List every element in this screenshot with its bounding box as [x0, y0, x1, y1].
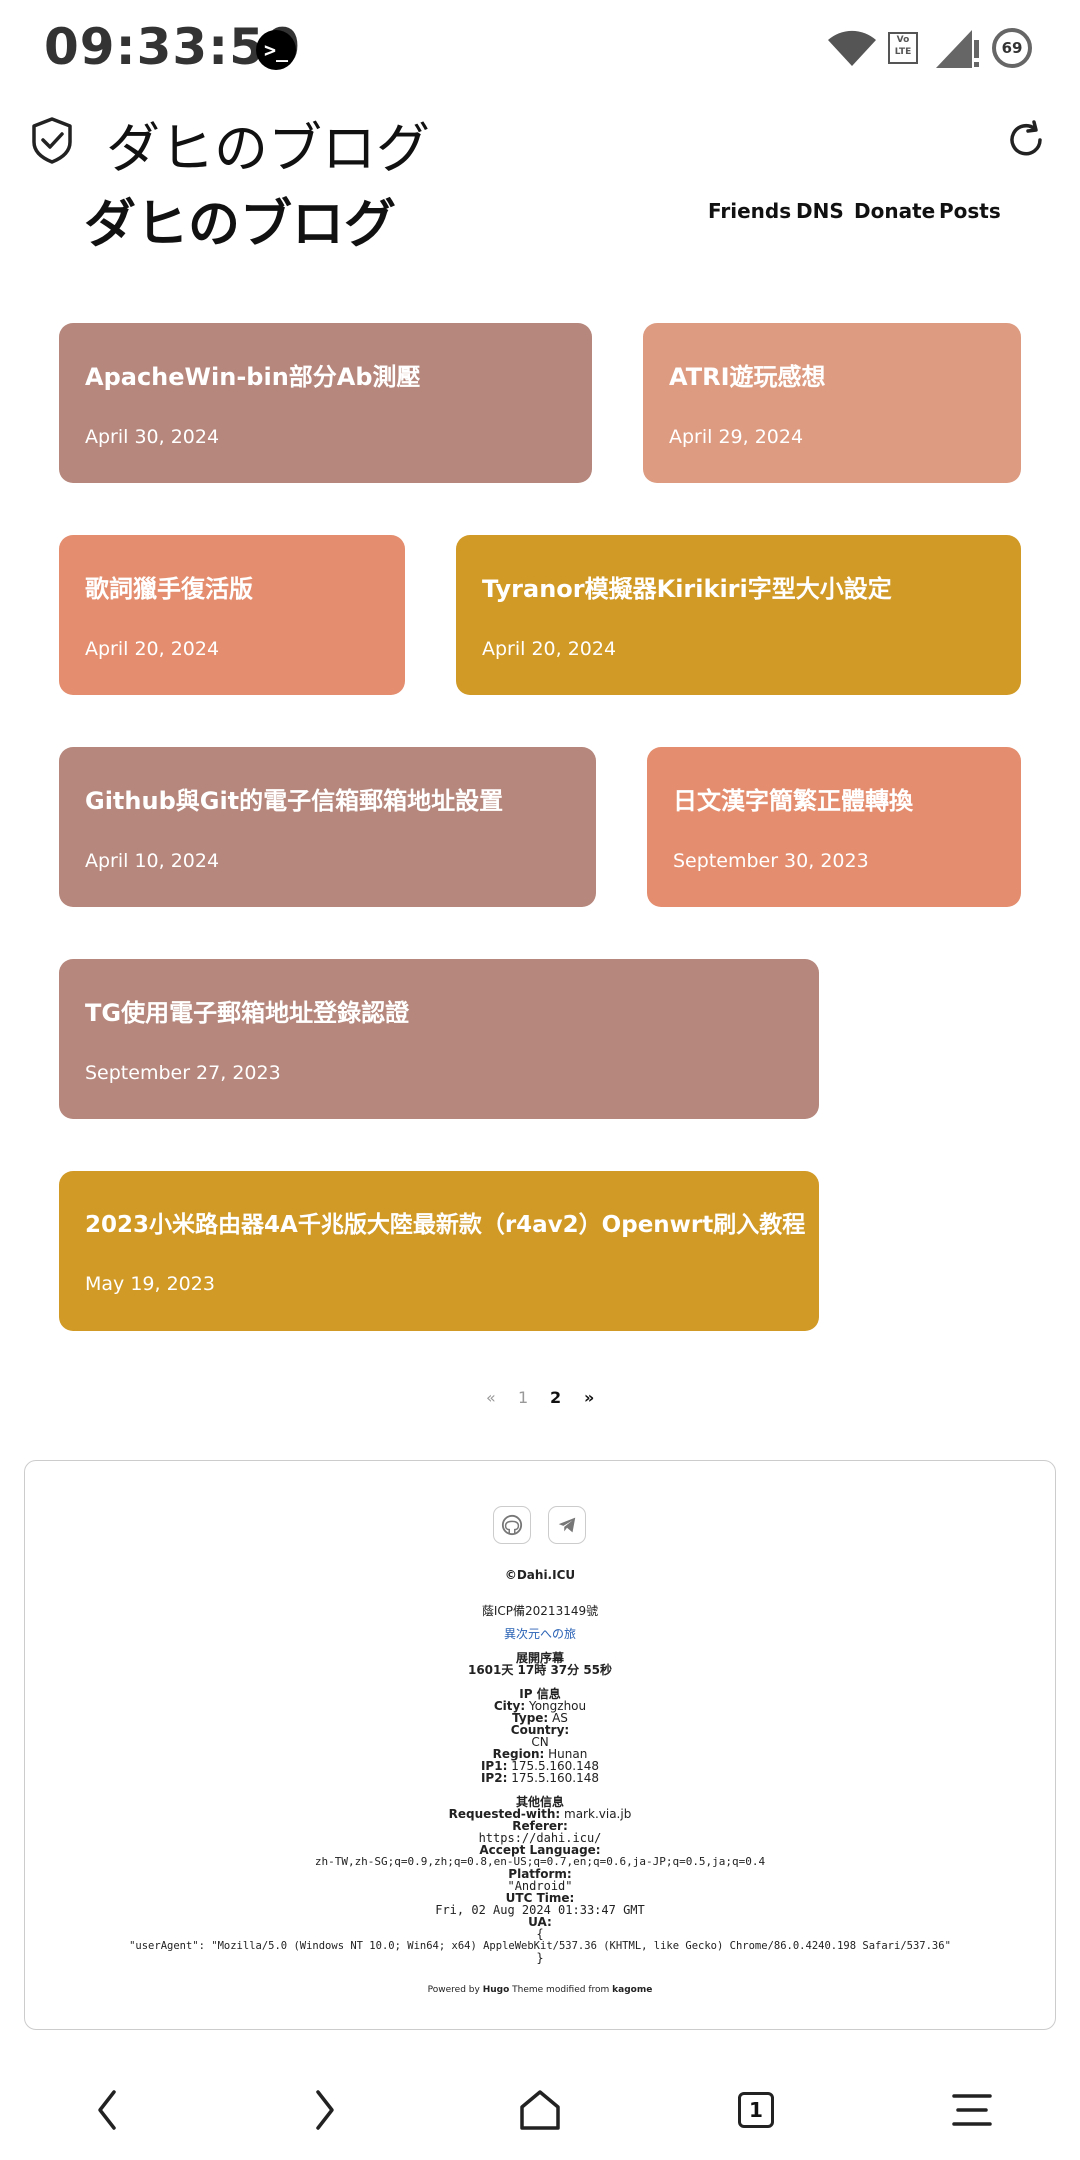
home-button[interactable] — [510, 2080, 570, 2140]
back-icon — [98, 2090, 116, 2130]
ip-2: IP2: 175.5.160.148 — [480, 1771, 600, 1785]
post-title: Tyranor模擬器Kirikiri字型大小設定 — [482, 575, 892, 603]
post-title: ATRI遊玩感想 — [669, 363, 826, 391]
post-date: April 30, 2024 — [85, 426, 220, 448]
post-card[interactable]: Tyranor模擬器Kirikiri字型大小設定 April 20, 2024 — [456, 535, 1021, 695]
post-title: Github與Git的電子信箱郵箱地址設置 — [85, 787, 504, 815]
home-icon — [520, 2090, 560, 2130]
status-bar: 09:33:50 >_ Vo LTE 69 — [0, 0, 1080, 100]
volte-icon: Vo LTE — [888, 32, 918, 64]
wifi-icon — [828, 30, 876, 66]
back-button[interactable] — [78, 2080, 138, 2140]
footer-icp[interactable]: 蔭ICP備20213149號 — [0, 1605, 1080, 1617]
post-title: 2023小米路由器4A千兆版大陸最新款（r4av2）Openwrt刷入教程 — [85, 1212, 806, 1238]
pagination-page-2[interactable]: 2 — [550, 1388, 561, 1407]
telegram-button[interactable] — [548, 1506, 586, 1544]
site-title[interactable]: ダヒのブログ — [84, 182, 396, 257]
battery-indicator: 69 — [992, 28, 1032, 68]
post-card[interactable]: 歌詞獵手復活版 April 20, 2024 — [59, 535, 405, 695]
menu-icon — [952, 2094, 992, 2126]
forward-button[interactable] — [294, 2080, 354, 2140]
post-title: 歌詞獵手復活版 — [85, 575, 253, 603]
uptime-value: 1601天 17時 37分 55秒 — [467, 1663, 613, 1677]
post-date: April 20, 2024 — [482, 638, 617, 660]
telegram-icon — [558, 1517, 576, 1533]
browser-tab-title: ダヒのブログ — [106, 117, 430, 180]
pagination-prev[interactable]: « — [486, 1388, 496, 1407]
hugo-link[interactable]: Hugo — [483, 1985, 510, 1995]
refresh-icon[interactable] — [1004, 118, 1048, 162]
pagination-page-1[interactable]: 1 — [518, 1388, 528, 1407]
post-card[interactable]: Github與Git的電子信箱郵箱地址設置 April 10, 2024 — [59, 747, 596, 907]
post-card[interactable]: ApacheWin-bin部分Ab測壓 April 30, 2024 — [59, 323, 592, 483]
kagome-link[interactable]: kagome — [612, 1985, 652, 1995]
post-title: TG使用電子郵箱地址登錄認證 — [85, 999, 410, 1027]
tabs-icon: 1 — [738, 2092, 774, 2128]
post-title: ApacheWin-bin部分Ab測壓 — [85, 363, 421, 391]
nav-friends[interactable]: Friends — [708, 199, 791, 223]
signal-icon — [936, 30, 979, 68]
post-title: 日文漢字簡繁正體轉換 — [673, 787, 913, 815]
post-card[interactable]: 2023小米路由器4A千兆版大陸最新款（r4av2）Openwrt刷入教程 Ma… — [59, 1171, 819, 1331]
ua-open: { — [536, 1927, 544, 1941]
menu-button[interactable] — [942, 2080, 1002, 2140]
post-card[interactable]: 日文漢字簡繁正體轉換 September 30, 2023 — [647, 747, 1021, 907]
post-card[interactable]: ATRI遊玩感想 April 29, 2024 — [643, 323, 1021, 483]
footer-copyright: ©Dahi.ICU — [504, 1568, 576, 1582]
shield-check-icon[interactable] — [30, 116, 74, 164]
nav-posts[interactable]: Posts — [939, 199, 1001, 223]
post-date: May 19, 2023 — [85, 1273, 215, 1295]
github-icon — [501, 1514, 523, 1536]
github-button[interactable] — [493, 1506, 531, 1544]
ua-close: } — [536, 1951, 544, 1965]
post-date: April 29, 2024 — [669, 426, 804, 448]
post-date: September 30, 2023 — [673, 850, 869, 872]
post-date: September 27, 2023 — [85, 1062, 281, 1084]
powered-by: Powered by Hugo Theme modified from kago… — [427, 1985, 653, 1995]
pagination-next[interactable]: » — [584, 1388, 594, 1407]
post-date: April 10, 2024 — [85, 850, 220, 872]
post-card[interactable]: TG使用電子郵箱地址登錄認證 September 27, 2023 — [59, 959, 819, 1119]
tabs-button[interactable]: 1 — [726, 2080, 786, 2140]
forward-icon — [316, 2090, 334, 2130]
nav-dns[interactable]: DNS — [796, 199, 844, 223]
terminal-icon: >_ — [256, 30, 296, 70]
footer-link[interactable]: 異次元への旅 — [0, 1628, 1080, 1640]
nav-donate[interactable]: Donate — [854, 199, 935, 223]
post-date: April 20, 2024 — [85, 638, 220, 660]
